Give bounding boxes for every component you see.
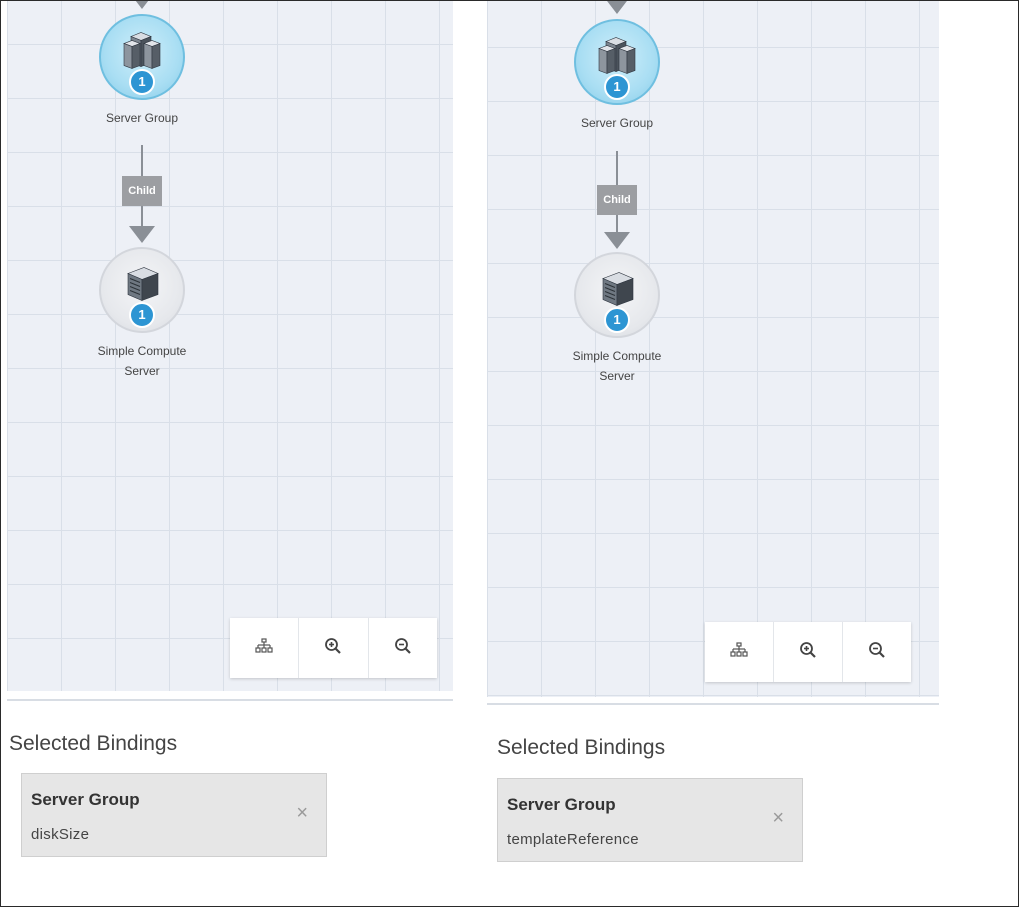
zoom-in-button[interactable] xyxy=(774,622,843,682)
zoom-in-button[interactable] xyxy=(299,618,369,678)
remove-binding-button[interactable]: × xyxy=(296,802,308,825)
binding-card-value: templateReference xyxy=(507,831,639,848)
child-edge-label[interactable]: Child xyxy=(597,185,637,215)
hierarchy-icon xyxy=(255,637,273,659)
zoom-out-button[interactable] xyxy=(369,618,437,678)
simple-compute-server-label: Simple Compute Server xyxy=(552,346,682,386)
server-group-label: Server Group xyxy=(105,111,179,125)
auto-layout-button[interactable] xyxy=(230,618,300,678)
child-edge-arrow xyxy=(129,226,155,243)
screenshot-frame: 1 Server Group Child 1 Simple Compute Se… xyxy=(0,0,1019,907)
server-group-circle[interactable]: 1 xyxy=(574,19,660,105)
binding-card: Server Group diskSize × xyxy=(21,773,327,857)
topology-canvas[interactable]: 1 Server Group Child 1 Simple Compute Se… xyxy=(487,1,939,697)
incoming-arrow xyxy=(129,1,155,9)
zoom-out-icon xyxy=(868,641,886,664)
simple-compute-server-label: Simple Compute Server xyxy=(77,341,207,381)
binding-card-title: Server Group xyxy=(31,790,140,809)
server-group-node[interactable]: 1 Server Group xyxy=(552,19,682,133)
simple-compute-server-circle[interactable]: 1 xyxy=(99,247,185,333)
canvas-toolbar xyxy=(705,622,911,682)
auto-layout-button[interactable] xyxy=(705,622,774,682)
zoom-in-icon xyxy=(799,641,817,664)
server-icon xyxy=(122,264,162,307)
simple-compute-server-node[interactable]: 1 Simple Compute Server xyxy=(77,247,207,381)
server-group-label: Server Group xyxy=(580,116,654,130)
binding-card: Server Group templateReference × xyxy=(497,778,803,862)
simple-compute-server-circle[interactable]: 1 xyxy=(574,252,660,338)
section-divider xyxy=(7,699,453,701)
zoom-out-icon xyxy=(394,637,412,660)
hierarchy-icon xyxy=(730,641,748,663)
topology-canvas[interactable]: 1 Server Group Child 1 Simple Compute Se… xyxy=(7,1,453,691)
child-edge-arrow xyxy=(604,232,630,249)
binding-card-title: Server Group xyxy=(507,795,616,814)
child-edge-label[interactable]: Child xyxy=(122,176,162,206)
simple-compute-server-label-line2: Server xyxy=(124,364,160,378)
section-divider xyxy=(487,703,939,705)
zoom-in-icon xyxy=(324,637,342,660)
designer-panel-right: 1 Server Group Child 1 Simple Compute Se… xyxy=(487,1,939,906)
selected-bindings-title: Selected Bindings xyxy=(9,732,178,755)
server-group-circle[interactable]: 1 xyxy=(99,14,185,100)
simple-compute-server-label-line2: Server xyxy=(599,369,635,383)
instance-count-badge: 1 xyxy=(604,74,630,100)
zoom-out-button[interactable] xyxy=(843,622,911,682)
instance-count-badge: 1 xyxy=(604,307,630,333)
simple-compute-server-label-line1: Simple Compute xyxy=(572,349,662,363)
incoming-arrow xyxy=(604,1,630,14)
canvas-toolbar xyxy=(230,618,437,678)
instance-count-badge: 1 xyxy=(129,302,155,328)
server-icon xyxy=(597,269,637,312)
simple-compute-server-label-line1: Simple Compute xyxy=(97,344,187,358)
server-group-node[interactable]: 1 Server Group xyxy=(77,14,207,128)
remove-binding-button[interactable]: × xyxy=(772,807,784,830)
binding-card-value: diskSize xyxy=(31,826,90,843)
instance-count-badge: 1 xyxy=(129,69,155,95)
simple-compute-server-node[interactable]: 1 Simple Compute Server xyxy=(552,252,682,386)
designer-panel-left: 1 Server Group Child 1 Simple Compute Se… xyxy=(7,1,453,906)
selected-bindings-title: Selected Bindings xyxy=(497,736,666,759)
